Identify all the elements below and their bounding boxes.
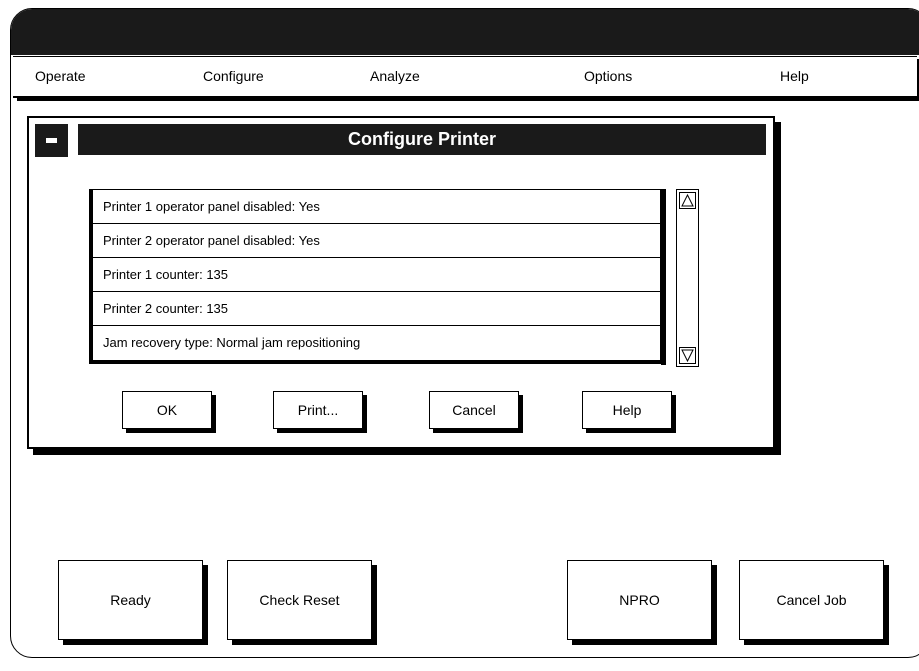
ok-button[interactable]: OK — [122, 391, 212, 429]
cancel-button[interactable]: Cancel — [429, 391, 519, 429]
list-item[interactable]: Printer 1 counter: 135 — [93, 258, 660, 292]
minus-icon — [46, 138, 57, 143]
list-item[interactable]: Printer 1 operator panel disabled: Yes — [93, 190, 660, 224]
vertical-scrollbar[interactable] — [676, 189, 699, 367]
menu-options[interactable]: Options — [584, 68, 632, 84]
help-button[interactable]: Help — [582, 391, 672, 429]
menu-help[interactable]: Help — [780, 68, 809, 84]
menu-analyze[interactable]: Analyze — [370, 68, 420, 84]
npro-button[interactable]: NPRO — [567, 560, 712, 640]
dialog-title: Configure Printer — [76, 122, 768, 157]
scroll-down-arrow-icon[interactable] — [679, 347, 696, 364]
settings-list[interactable]: Printer 1 operator panel disabled: Yes P… — [89, 189, 666, 365]
ready-button[interactable]: Ready — [58, 560, 203, 640]
menu-operate[interactable]: Operate — [35, 68, 86, 84]
system-menu-button[interactable] — [33, 122, 70, 159]
menu-bar: Operate Configure Analyze Options Help — [13, 56, 917, 98]
configure-printer-dialog: Configure Printer Printer 1 operator pan… — [27, 116, 775, 449]
list-item[interactable]: Printer 2 operator panel disabled: Yes — [93, 224, 660, 258]
scroll-up-arrow-icon[interactable] — [679, 192, 696, 209]
list-item[interactable]: Printer 2 counter: 135 — [93, 292, 660, 326]
check-reset-button[interactable]: Check Reset — [227, 560, 372, 640]
title-strip — [11, 9, 919, 55]
print-button[interactable]: Print... — [273, 391, 363, 429]
menu-configure[interactable]: Configure — [203, 68, 264, 84]
list-item[interactable]: Jam recovery type: Normal jam reposition… — [93, 326, 660, 360]
cancel-job-button[interactable]: Cancel Job — [739, 560, 884, 640]
